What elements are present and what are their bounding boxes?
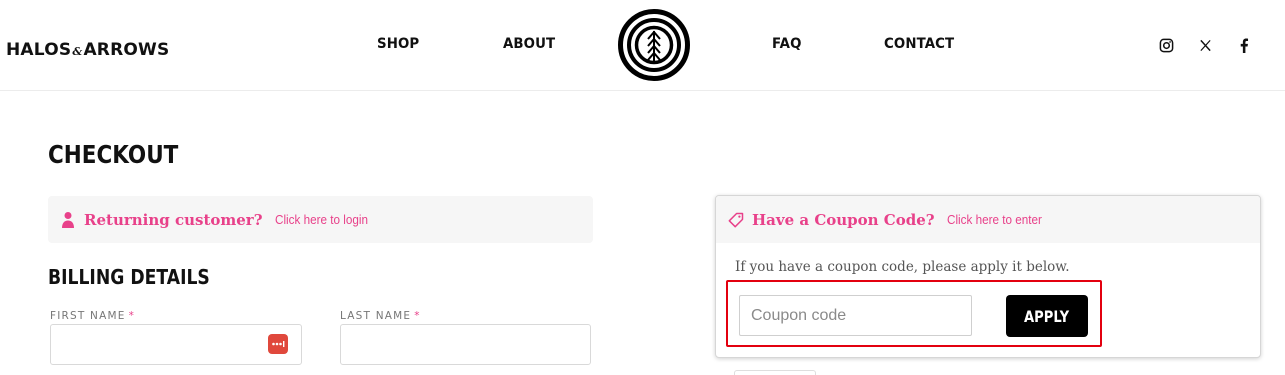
instagram-icon[interactable] [1158,37,1174,53]
brand-name-right: ARROWS [83,40,170,60]
nav-contact[interactable]: CONTACT [884,36,954,58]
coupon-code-input[interactable] [739,295,972,336]
coupon-description: If you have a coupon code, please apply … [735,259,1070,275]
returning-customer-notice: Returning customer? Click here to login [48,196,593,243]
returning-customer-label: Returning customer? [84,210,263,229]
brand-logo[interactable]: HALOS & ARROWS [6,36,169,60]
center-logo-icon[interactable] [618,9,690,81]
required-marker: * [414,310,421,322]
billing-details-title: BILLING DETAILS [48,265,210,289]
coupon-enter-link[interactable]: Click here to enter [947,212,1042,227]
nav-shop[interactable]: SHOP [377,36,419,58]
page-title: CHECKOUT [48,140,179,169]
coupon-heading: Have a Coupon Code? [752,210,935,229]
last-name-input[interactable] [340,324,591,365]
password-manager-icon[interactable] [268,334,288,354]
apply-button-label: APPLY [1024,306,1070,326]
nav-faq[interactable]: FAQ [772,36,802,58]
brand-name-left: HALOS [6,40,72,60]
order-summary-peek [734,370,816,375]
required-marker: * [128,310,136,322]
facebook-icon[interactable] [1236,37,1252,53]
tag-icon [728,212,744,227]
first-name-label: FIRST NAME * [50,310,135,322]
site-header: HALOS & ARROWS SHOP ABOUT FAQ CONTACT [0,0,1285,91]
first-name-label-text: FIRST NAME [50,310,126,322]
user-icon [62,211,74,228]
first-name-input[interactable] [50,324,302,365]
last-name-label-text: LAST NAME [340,310,412,322]
nav-about[interactable]: ABOUT [503,36,555,58]
apply-coupon-button[interactable]: APPLY [1006,295,1088,337]
x-twitter-icon[interactable] [1197,37,1213,53]
brand-ampersand: & [72,45,83,58]
coupon-header: Have a Coupon Code? Click here to enter [716,196,1260,243]
login-link[interactable]: Click here to login [275,212,368,227]
last-name-label: LAST NAME * [340,310,421,322]
